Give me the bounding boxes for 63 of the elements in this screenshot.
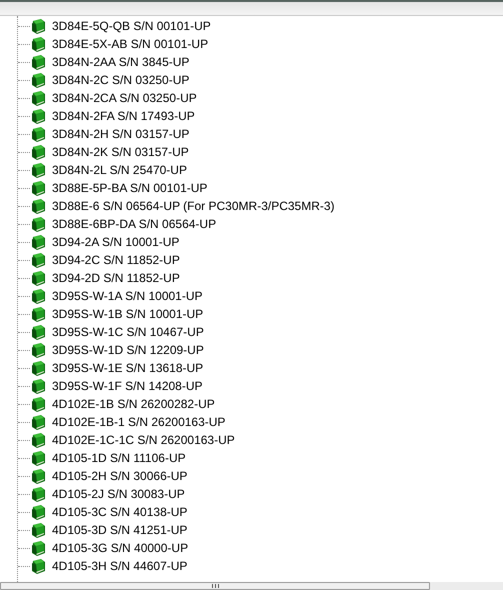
book-icon bbox=[30, 36, 46, 52]
book-icon bbox=[30, 486, 46, 502]
tree-item[interactable]: 3D84E-5Q-QB S/N 00101-UP bbox=[52, 17, 211, 35]
tree-item[interactable]: 3D95S-W-1D S/N 12209-UP bbox=[52, 341, 204, 359]
tree-item[interactable]: 4D102E-1C-1C S/N 26200163-UP bbox=[52, 431, 235, 449]
book-icon bbox=[30, 90, 46, 106]
book-icon bbox=[30, 414, 46, 430]
tree-item[interactable]: 3D94-2D S/N 11852-UP bbox=[52, 269, 180, 287]
book-icon bbox=[30, 234, 46, 250]
tree-item[interactable]: 3D84N-2L S/N 25470-UP bbox=[52, 161, 187, 179]
book-icon bbox=[30, 108, 46, 124]
book-icon bbox=[30, 558, 46, 574]
book-icon bbox=[30, 540, 46, 556]
tree-item[interactable]: 4D102E-1B-1 S/N 26200163-UP bbox=[52, 413, 226, 431]
tree-item[interactable]: 3D84N-2H S/N 03157-UP bbox=[52, 125, 190, 143]
book-icon bbox=[30, 216, 46, 232]
book-icon bbox=[30, 198, 46, 214]
grip-icon bbox=[212, 584, 218, 588]
tree-item[interactable]: 4D105-1D S/N 11106-UP bbox=[52, 449, 186, 467]
tree-item[interactable]: 3D94-2A S/N 10001-UP bbox=[52, 233, 180, 251]
tree-item[interactable]: 3D95S-W-1A S/N 10001-UP bbox=[52, 287, 203, 305]
book-icon bbox=[30, 72, 46, 88]
book-icon bbox=[30, 324, 46, 340]
book-icon bbox=[30, 450, 46, 466]
tree-item[interactable]: 4D105-3G S/N 40000-UP bbox=[52, 539, 188, 557]
book-icon bbox=[30, 432, 46, 448]
tree-item[interactable]: 4D105-2J S/N 30083-UP bbox=[52, 485, 185, 503]
book-icon bbox=[30, 306, 46, 322]
tree-item[interactable]: 3D95S-W-1C S/N 10467-UP bbox=[52, 323, 204, 341]
book-icon bbox=[30, 54, 46, 70]
book-icon bbox=[30, 270, 46, 286]
book-icon bbox=[30, 378, 46, 394]
book-icon bbox=[30, 288, 46, 304]
book-icon bbox=[30, 180, 46, 196]
book-icon bbox=[30, 18, 46, 34]
tree-item[interactable]: 3D84N-2K S/N 03157-UP bbox=[52, 143, 189, 161]
tree-item[interactable]: 3D84N-2C S/N 03250-UP bbox=[52, 71, 190, 89]
tree-item[interactable]: 3D84N-2AA S/N 3845-UP bbox=[52, 53, 190, 71]
book-icon bbox=[30, 144, 46, 160]
tree-item[interactable]: 4D105-2H S/N 30066-UP bbox=[52, 467, 188, 485]
tree-item[interactable]: 3D84N-2CA S/N 03250-UP bbox=[52, 89, 197, 107]
tree-item[interactable]: 3D88E-5P-BA S/N 00101-UP bbox=[52, 179, 208, 197]
tree-item[interactable]: 3D95S-W-1F S/N 14208-UP bbox=[52, 377, 203, 395]
book-icon bbox=[30, 468, 46, 484]
tree-item[interactable]: 3D84E-5X-AB S/N 00101-UP bbox=[52, 35, 208, 53]
tree-item[interactable]: 3D95S-W-1E S/N 13618-UP bbox=[52, 359, 204, 377]
tree-item[interactable]: 3D84N-2FA S/N 17493-UP bbox=[52, 107, 195, 125]
tree-item[interactable]: 4D102E-1B S/N 26200282-UP bbox=[52, 395, 215, 413]
book-icon bbox=[30, 522, 46, 538]
tree-item[interactable]: 4D105-3D S/N 41251-UP bbox=[52, 521, 188, 539]
tree-item[interactable]: 3D88E-6 S/N 06564-UP (For PC30MR-3/PC35MR-3) bbox=[52, 197, 335, 215]
book-icon bbox=[30, 396, 46, 412]
tree-item[interactable]: 3D94-2C S/N 11852-UP bbox=[52, 251, 180, 269]
book-icon bbox=[30, 126, 46, 142]
tree-item[interactable]: 4D105-3H S/N 44607-UP bbox=[52, 557, 188, 575]
book-icon bbox=[30, 342, 46, 358]
book-icon bbox=[30, 162, 46, 178]
book-icon bbox=[30, 360, 46, 376]
book-icon bbox=[30, 252, 46, 268]
tree-item[interactable]: 4D105-3C S/N 40138-UP bbox=[52, 503, 188, 521]
tree-item[interactable]: 3D88E-6BP-DA S/N 06564-UP bbox=[52, 215, 216, 233]
tree-item[interactable]: 3D95S-W-1B S/N 10001-UP bbox=[52, 305, 204, 323]
book-icon bbox=[30, 504, 46, 520]
